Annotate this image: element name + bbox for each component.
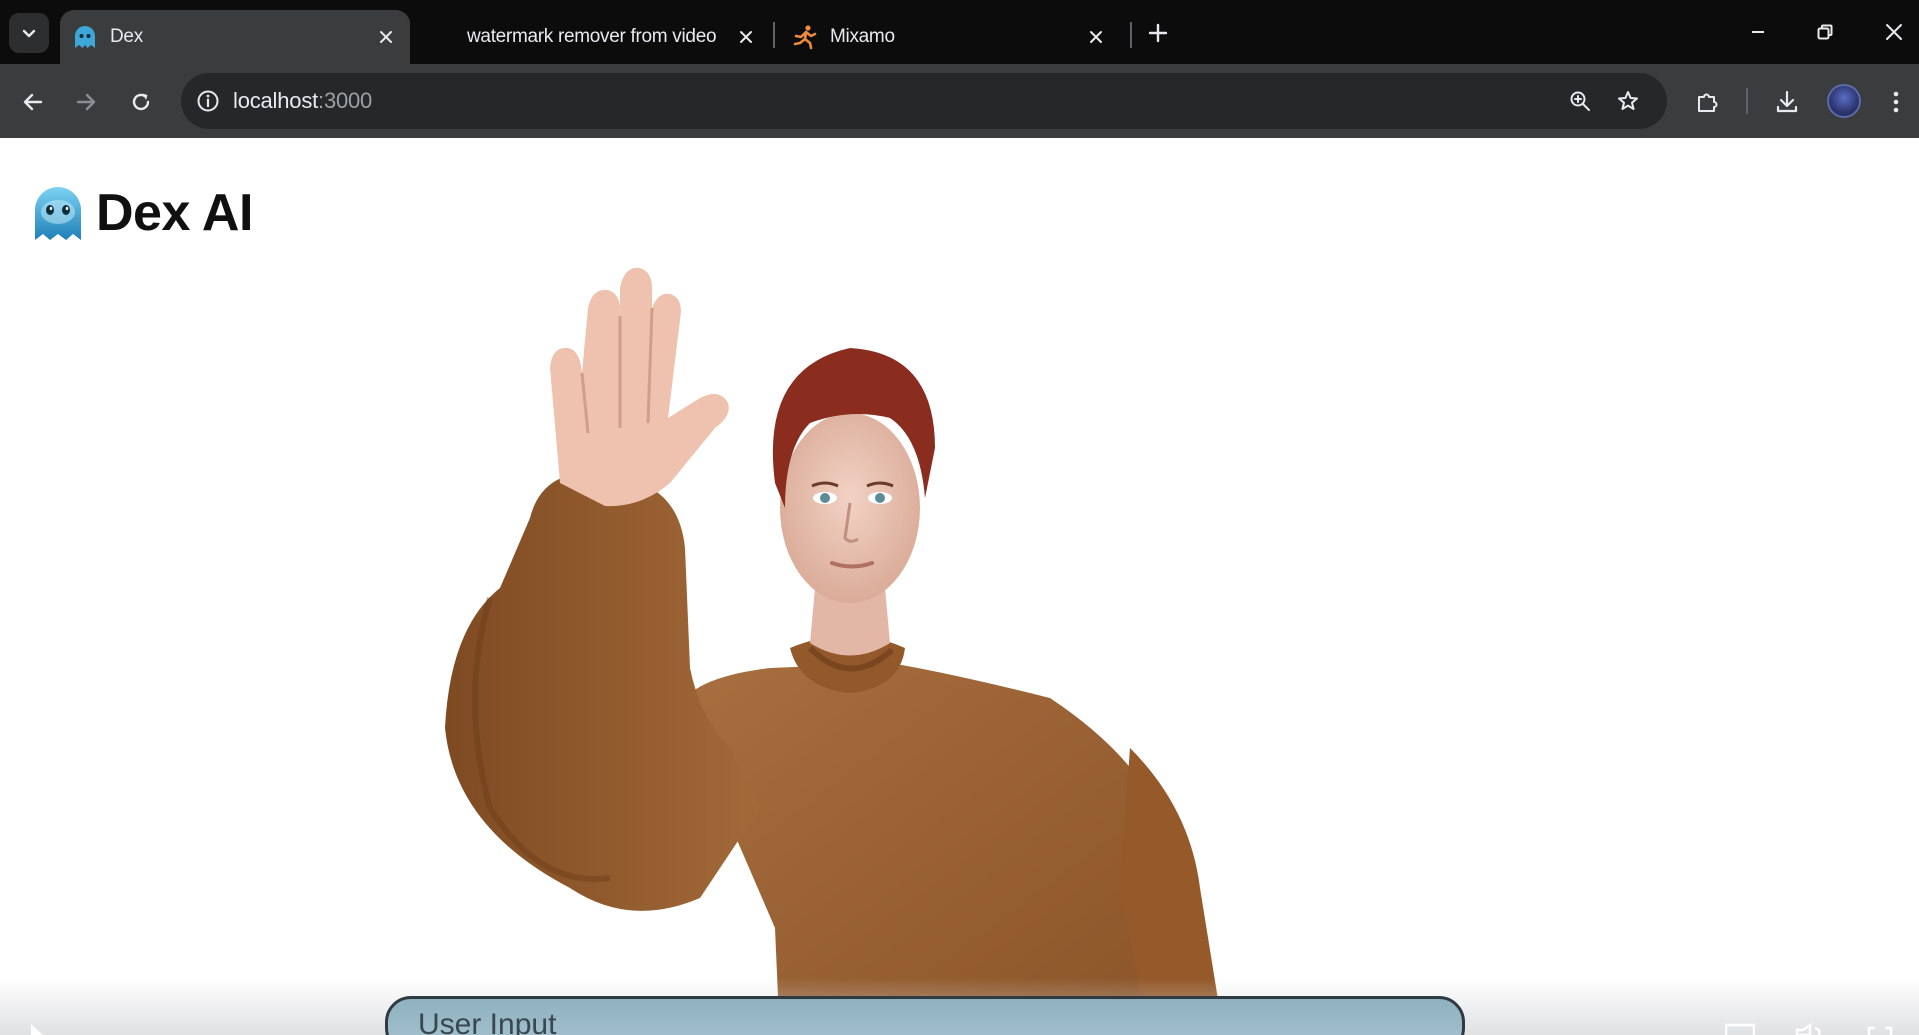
tab-close-button[interactable] — [1082, 23, 1110, 51]
play-button[interactable] — [22, 1020, 52, 1035]
fullscreen-toggle[interactable] — [1725, 1020, 1755, 1035]
tab-title: Mixamo — [830, 26, 895, 47]
tab-close-button[interactable] — [372, 23, 400, 51]
download-icon — [1776, 90, 1798, 113]
restore-icon — [1817, 24, 1833, 40]
star-icon — [1618, 91, 1638, 110]
downloads-button[interactable] — [1767, 82, 1807, 122]
dex-ghost-icon — [35, 187, 81, 240]
chevron-down-icon — [22, 29, 36, 38]
avatar-3d-model — [445, 267, 1224, 1035]
screen: Dex watermark remover from video Mixamo — [0, 0, 1919, 1035]
tab-close-button[interactable] — [732, 23, 760, 51]
close-icon — [380, 31, 392, 43]
app-title: Dex AI — [96, 184, 253, 242]
puzzle-icon — [1698, 93, 1718, 112]
close-icon — [1886, 24, 1902, 40]
close-icon — [740, 31, 752, 43]
tab-watermark-remover[interactable]: watermark remover from video — [455, 10, 770, 64]
app-header: Dex AI — [30, 182, 253, 244]
tab-separator — [773, 22, 775, 48]
address-bar[interactable]: localhost:3000 — [181, 73, 1667, 129]
expand-icon — [1867, 1026, 1893, 1035]
plus-icon — [1148, 23, 1168, 43]
zoom-icon — [1570, 91, 1590, 111]
site-info-button[interactable] — [193, 86, 223, 116]
browser-toolbar: localhost:3000 — [0, 64, 1919, 138]
more-vertical-icon — [1893, 91, 1899, 113]
address-url: localhost:3000 — [233, 88, 372, 114]
tab-search-button[interactable] — [9, 13, 49, 53]
reload-icon — [132, 93, 150, 111]
user-input-field[interactable] — [385, 996, 1465, 1035]
bookmark-button[interactable] — [1613, 86, 1643, 116]
menu-button[interactable] — [1876, 82, 1916, 122]
dex-ghost-icon — [75, 26, 95, 48]
screen-icon — [1725, 1023, 1755, 1035]
profile-avatar[interactable] — [1827, 84, 1861, 118]
tab-strip: Dex watermark remover from video Mixamo — [0, 0, 1919, 64]
volume-icon — [1795, 1022, 1821, 1035]
extensions-button[interactable] — [1688, 82, 1728, 122]
restore-button[interactable] — [1803, 12, 1847, 52]
tab-separator — [1130, 22, 1132, 48]
new-tab-button[interactable] — [1140, 17, 1176, 49]
page-content: Dex AI — [0, 138, 1919, 1035]
minimize-button[interactable] — [1736, 12, 1780, 52]
arrow-right-icon — [76, 93, 96, 111]
tab-title: watermark remover from video — [467, 26, 717, 47]
toolbar-divider — [1746, 88, 1748, 114]
back-button[interactable] — [13, 82, 53, 122]
volume-button[interactable] — [1795, 1020, 1825, 1035]
minimize-icon — [1752, 31, 1764, 33]
mixamo-runner-icon — [793, 25, 817, 50]
reload-button[interactable] — [121, 82, 161, 122]
expand-button[interactable] — [1865, 1020, 1895, 1035]
url-host: localhost — [233, 88, 319, 113]
zoom-button[interactable] — [1565, 86, 1595, 116]
info-icon — [197, 90, 219, 112]
tab-mixamo[interactable]: Mixamo — [780, 10, 1120, 64]
close-icon — [1090, 31, 1102, 43]
play-icon — [31, 1024, 43, 1035]
forward-button[interactable] — [66, 82, 106, 122]
arrow-left-icon — [23, 93, 43, 111]
tab-title: Dex — [110, 26, 143, 47]
tab-dex[interactable]: Dex — [60, 10, 410, 64]
close-window-button[interactable] — [1872, 12, 1916, 52]
url-port: :3000 — [318, 88, 373, 113]
